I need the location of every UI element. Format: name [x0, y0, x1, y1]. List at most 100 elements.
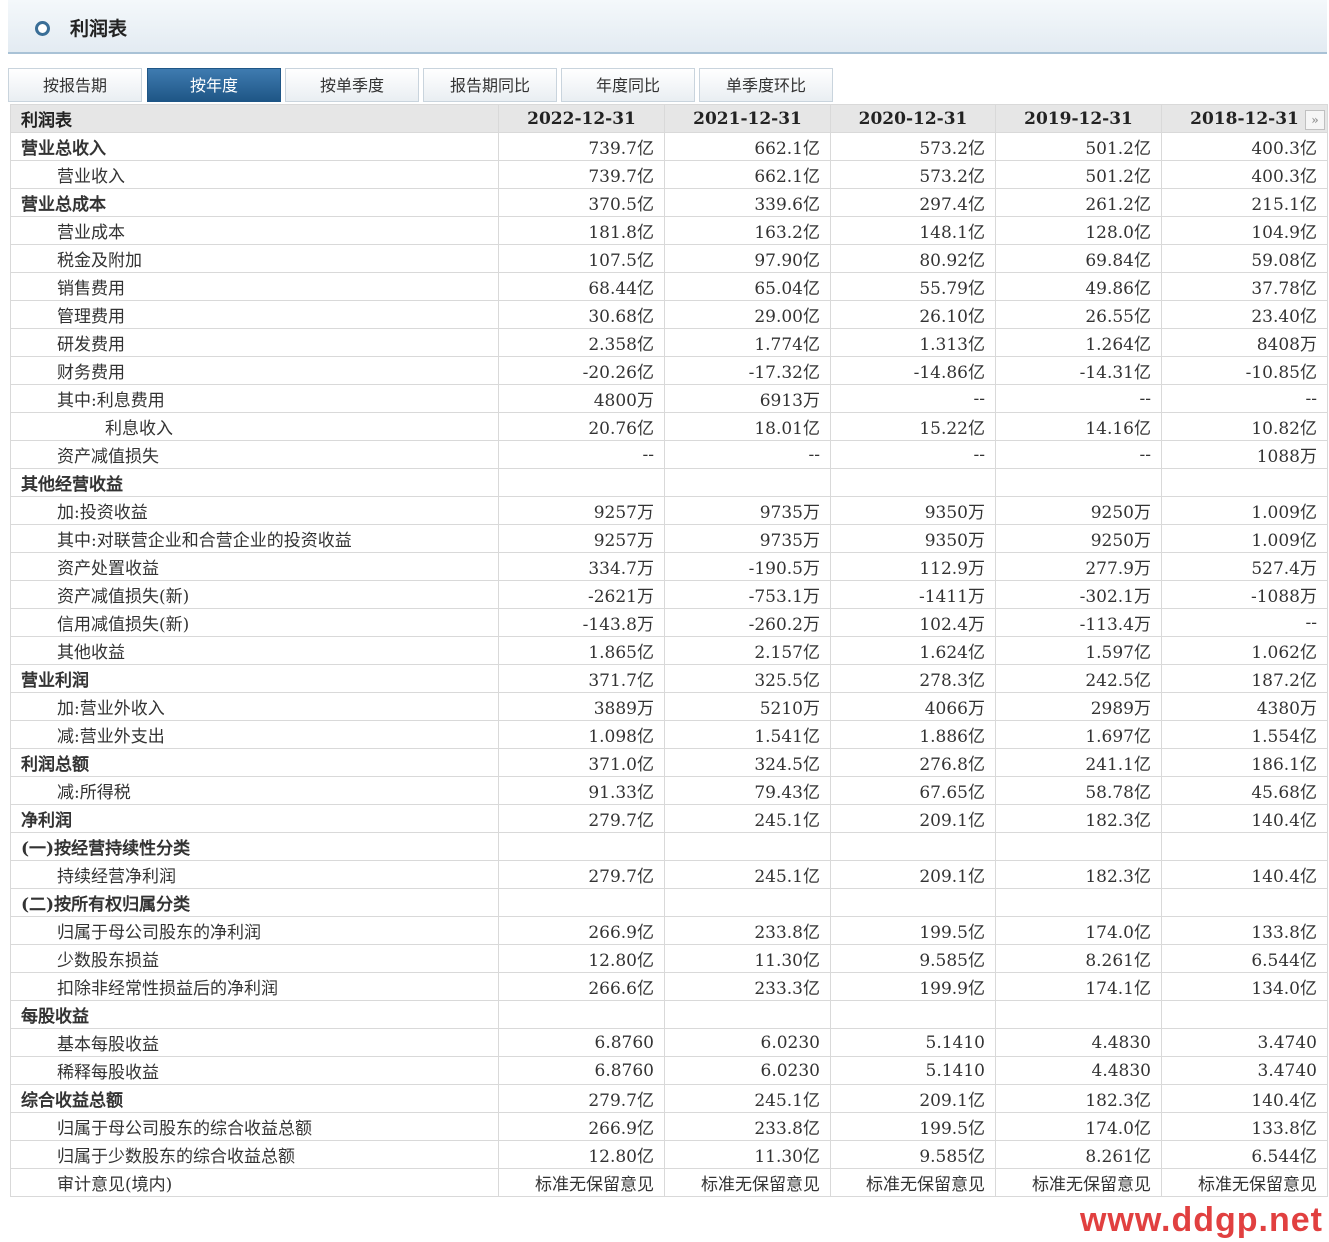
table-row: (一)按经营持续性分类	[10, 832, 1328, 861]
cell-value: 8.261亿	[995, 944, 1162, 973]
table-header-row: 利润表 2022-12-31 2021-12-31 2020-12-31 201…	[10, 104, 1328, 133]
cell-value: 55.79亿	[830, 272, 996, 301]
cell-value: --	[498, 440, 665, 469]
table-row: 营业总成本 370.5亿 339.6亿 297.4亿 261.2亿 215.1亿	[10, 188, 1328, 217]
tab-quarter-qoq[interactable]: 单季度环比	[699, 68, 833, 102]
cell-value: -260.2万	[664, 608, 831, 637]
tab-annual-yoy[interactable]: 年度同比	[561, 68, 695, 102]
column-header[interactable]: 2020-12-31	[830, 104, 996, 133]
table-row: 净利润 279.7亿 245.1亿 209.1亿 182.3亿 140.4亿	[10, 804, 1328, 833]
cell-value: 241.1亿	[995, 748, 1162, 777]
row-label: 营业收入	[10, 160, 499, 189]
table-row: 资产处置收益 334.7万 -190.5万 112.9万 277.9万 527.4万	[10, 552, 1328, 581]
cell-value: 133.8亿	[1161, 1112, 1328, 1141]
cell-value: 573.2亿	[830, 132, 996, 161]
cell-value: 26.55亿	[995, 300, 1162, 329]
cell-value: -14.31亿	[995, 356, 1162, 385]
row-label: 其他经营收益	[10, 468, 499, 497]
cell-value: -143.8万	[498, 608, 665, 637]
tab-by-single-quarter[interactable]: 按单季度	[285, 68, 419, 102]
cell-value	[498, 468, 665, 497]
cell-value	[1161, 468, 1328, 497]
cell-value: 209.1亿	[830, 1084, 996, 1113]
row-label: 归属于母公司股东的净利润	[10, 916, 499, 945]
column-header[interactable]: 2022-12-31	[498, 104, 665, 133]
cell-value: 9250万	[995, 524, 1162, 553]
cell-value: 30.68亿	[498, 300, 665, 329]
table-row: 营业利润 371.7亿 325.5亿 278.3亿 242.5亿 187.2亿	[10, 664, 1328, 693]
cell-value: -20.26亿	[498, 356, 665, 385]
cell-value: 1.554亿	[1161, 720, 1328, 749]
cell-value: -14.86亿	[830, 356, 996, 385]
cell-value: 6913万	[664, 384, 831, 413]
cell-value: 148.1亿	[830, 216, 996, 245]
row-label: 加:投资收益	[10, 496, 499, 525]
cell-value: 1.264亿	[995, 328, 1162, 357]
row-label: 营业成本	[10, 216, 499, 245]
cell-value: 标准无保留意见	[664, 1168, 831, 1197]
cell-value: 182.3亿	[995, 860, 1162, 889]
tab-report-period-yoy[interactable]: 报告期同比	[423, 68, 557, 102]
cell-value: 1.541亿	[664, 720, 831, 749]
cell-value: 233.8亿	[664, 1112, 831, 1141]
cell-value: 102.4万	[830, 608, 996, 637]
cell-value: 67.65亿	[830, 776, 996, 805]
cell-value: 140.4亿	[1161, 804, 1328, 833]
cell-value: 266.9亿	[498, 916, 665, 945]
cell-value: 37.78亿	[1161, 272, 1328, 301]
cell-value: 739.7亿	[498, 160, 665, 189]
cell-value: 104.9亿	[1161, 216, 1328, 245]
cell-value: 3.4740	[1161, 1056, 1328, 1085]
cell-value	[995, 888, 1162, 917]
cell-value: 29.00亿	[664, 300, 831, 329]
cell-value	[664, 888, 831, 917]
cell-value: 140.4亿	[1161, 860, 1328, 889]
row-label: 利润总额	[10, 748, 499, 777]
cell-value: 6.8760	[498, 1028, 665, 1057]
cell-value: 266.9亿	[498, 1112, 665, 1141]
cell-value: 242.5亿	[995, 664, 1162, 693]
cell-value: 279.7亿	[498, 1084, 665, 1113]
row-label: 税金及附加	[10, 244, 499, 273]
cell-value: 9350万	[830, 524, 996, 553]
row-label: 每股收益	[10, 1000, 499, 1029]
cell-value: 174.0亿	[995, 916, 1162, 945]
cell-value: 134.0亿	[1161, 972, 1328, 1001]
row-label: 利息收入	[10, 412, 499, 441]
cell-value: 199.5亿	[830, 1112, 996, 1141]
cell-value: 1.697亿	[995, 720, 1162, 749]
cell-value	[1161, 1000, 1328, 1029]
cell-value: 9257万	[498, 496, 665, 525]
table-row: 归属于母公司股东的净利润 266.9亿 233.8亿 199.5亿 174.0亿 133.…	[10, 916, 1328, 945]
cell-value: 1088万	[1161, 440, 1328, 469]
cell-value: -190.5万	[664, 552, 831, 581]
column-header[interactable]: 2021-12-31	[664, 104, 831, 133]
cell-value: 9735万	[664, 496, 831, 525]
cell-value: 209.1亿	[830, 860, 996, 889]
page-header: 利润表	[8, 0, 1327, 54]
row-label: 净利润	[10, 804, 499, 833]
cell-value: 4.4830	[995, 1028, 1162, 1057]
column-header[interactable]: 2018-12-31 »	[1161, 104, 1328, 133]
cell-value: 97.90亿	[664, 244, 831, 273]
tab-by-report-period[interactable]: 按报告期	[8, 68, 142, 102]
cell-value: 371.0亿	[498, 748, 665, 777]
column-header[interactable]: 2019-12-31	[995, 104, 1162, 133]
cell-value	[664, 1000, 831, 1029]
cell-value: 8.261亿	[995, 1140, 1162, 1169]
cell-value: 标准无保留意见	[498, 1168, 665, 1197]
row-label: 少数股东损益	[10, 944, 499, 973]
ring-icon	[35, 21, 50, 36]
cell-value: -1088万	[1161, 580, 1328, 609]
cell-value: 128.0亿	[995, 216, 1162, 245]
cell-value	[830, 832, 996, 861]
table-row: 扣除非经常性损益后的净利润 266.6亿 233.3亿 199.9亿 174.1亿 134…	[10, 972, 1328, 1001]
double-chevron-right-icon[interactable]: »	[1305, 110, 1325, 130]
cell-value: 133.8亿	[1161, 916, 1328, 945]
table-row: 综合收益总额 279.7亿 245.1亿 209.1亿 182.3亿 140.4亿	[10, 1084, 1328, 1113]
table-row: 加:营业外收入 3889万 5210万 4066万 2989万 4380万	[10, 692, 1328, 721]
row-label: 加:营业外收入	[10, 692, 499, 721]
table-row: 利润总额 371.0亿 324.5亿 276.8亿 241.1亿 186.1亿	[10, 748, 1328, 777]
tab-by-year[interactable]: 按年度	[147, 68, 281, 102]
table-row: 营业总收入 739.7亿 662.1亿 573.2亿 501.2亿 400.3亿	[10, 132, 1328, 161]
